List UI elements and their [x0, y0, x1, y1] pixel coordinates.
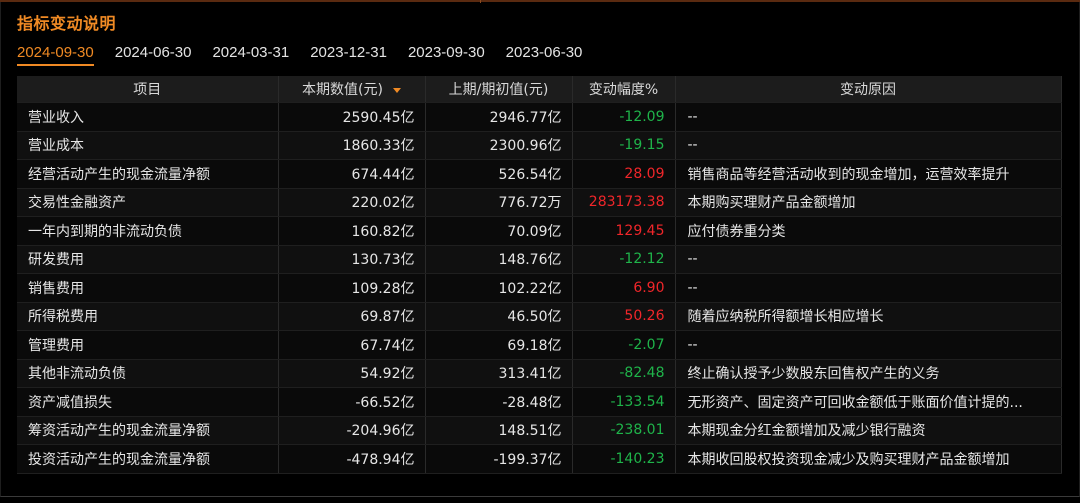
row-change-percent: -2.07: [572, 330, 676, 360]
row-previous-value: 70.09亿: [425, 216, 573, 246]
table-row[interactable]: 销售费用 109.28亿 102.22亿 6.90 --: [17, 273, 1062, 303]
table-header-row: 项目 本期数值(元) 上期/期初值(元) 变动幅度% 变动原因: [17, 76, 1062, 103]
row-previous-value: 102.22亿: [425, 273, 573, 303]
row-change-reason: 终止确认授予少数股东回售权产生的义务: [675, 359, 1062, 388]
row-item-name: 经营活动产生的现金流量净额: [17, 159, 279, 189]
table-row[interactable]: 营业收入 2590.45亿 2946.77亿 -12.09 --: [17, 102, 1062, 132]
row-current-value: 674.44亿: [278, 159, 426, 189]
row-change-reason: --: [675, 273, 1062, 303]
row-change-percent: -140.23: [572, 444, 676, 474]
tab-period[interactable]: 2024-09-30: [17, 44, 94, 66]
table-row[interactable]: 筹资活动产生的现金流量净额 -204.96亿 148.51亿 -238.01 本期现金分…: [17, 416, 1062, 445]
row-item-name: 其他非流动负债: [17, 359, 279, 388]
table-row[interactable]: 交易性金融资产 220.02亿 776.72万 283173.38 本期购买理财产品金额…: [17, 188, 1062, 217]
tab-period[interactable]: 2023-06-30: [506, 44, 583, 66]
row-change-percent: 28.09: [572, 159, 676, 189]
row-previous-value: -28.48亿: [425, 387, 573, 417]
row-change-reason: 销售商品等经营活动收到的现金增加，运营效率提升: [675, 159, 1062, 189]
row-previous-value: 776.72万: [425, 188, 573, 217]
row-previous-value: -199.37亿: [425, 444, 573, 474]
tab-period[interactable]: 2023-12-31: [310, 44, 387, 66]
table-row[interactable]: 一年内到期的非流动负债 160.82亿 70.09亿 129.45 应付债券重分类: [17, 216, 1062, 246]
row-previous-value: 148.51亿: [425, 416, 573, 445]
row-previous-value: 46.50亿: [425, 302, 573, 331]
row-change-percent: 129.45: [572, 216, 676, 246]
row-change-reason: 随着应纳税所得额增长相应增长: [675, 302, 1062, 331]
row-change-percent: -238.01: [572, 416, 676, 445]
row-item-name: 营业成本: [17, 131, 279, 160]
row-current-value: 109.28亿: [278, 273, 426, 303]
row-previous-value: 69.18亿: [425, 330, 573, 360]
row-change-percent: -19.15: [572, 131, 676, 160]
row-change-percent: 50.26: [572, 302, 676, 331]
row-previous-value: 2300.96亿: [425, 131, 573, 160]
row-current-value: 220.02亿: [278, 188, 426, 217]
row-change-reason: 本期现金分红金额增加及减少银行融资: [675, 416, 1062, 445]
row-current-value: 160.82亿: [278, 216, 426, 246]
row-current-value: 69.87亿: [278, 302, 426, 331]
row-previous-value: 2946.77亿: [425, 102, 573, 132]
row-item-name: 资产减值损失: [17, 387, 279, 417]
row-item-name: 销售费用: [17, 273, 279, 303]
column-header-change[interactable]: 变动幅度%: [572, 76, 676, 103]
row-current-value: 130.73亿: [278, 245, 426, 274]
table-row[interactable]: 管理费用 67.74亿 69.18亿 -2.07 --: [17, 330, 1062, 360]
row-item-name: 所得税费用: [17, 302, 279, 331]
row-change-reason: 应付债券重分类: [675, 216, 1062, 246]
table-row[interactable]: 投资活动产生的现金流量净额 -478.94亿 -199.37亿 -140.23 本期收回…: [17, 444, 1062, 474]
column-header-item[interactable]: 项目: [17, 76, 279, 103]
table-row[interactable]: 所得税费用 69.87亿 46.50亿 50.26 随着应纳税所得额增长相应增长: [17, 302, 1062, 331]
row-previous-value: 148.76亿: [425, 245, 573, 274]
row-change-reason: 无形资产、固定资产可回收金额低于账面价值计提的...: [675, 387, 1062, 417]
row-change-reason: --: [675, 245, 1062, 274]
table-row[interactable]: 资产减值损失 -66.52亿 -28.48亿 -133.54 无形资产、固定资产可回收金…: [17, 387, 1062, 417]
panel-title: 指标变动说明: [17, 14, 117, 33]
row-current-value: 54.92亿: [278, 359, 426, 388]
row-previous-value: 526.54亿: [425, 159, 573, 189]
row-item-name: 一年内到期的非流动负债: [17, 216, 279, 246]
table-row[interactable]: 研发费用 130.73亿 148.76亿 -12.12 --: [17, 245, 1062, 274]
row-current-value: -204.96亿: [278, 416, 426, 445]
row-item-name: 筹资活动产生的现金流量净额: [17, 416, 279, 445]
row-current-value: 2590.45亿: [278, 102, 426, 132]
column-header-current[interactable]: 本期数值(元): [278, 76, 426, 103]
row-current-value: -478.94亿: [278, 444, 426, 474]
column-header-previous[interactable]: 上期/期初值(元): [425, 76, 573, 103]
row-item-name: 管理费用: [17, 330, 279, 360]
row-change-percent: 283173.38: [572, 188, 676, 217]
row-change-percent: 6.90: [572, 273, 676, 303]
row-change-percent: -12.09: [572, 102, 676, 132]
row-change-reason: 本期购买理财产品金额增加: [675, 188, 1062, 217]
table-body: 营业收入 2590.45亿 2946.77亿 -12.09 -- 营业成本 1860.33亿…: [17, 102, 1062, 474]
row-current-value: 1860.33亿: [278, 131, 426, 160]
tab-period[interactable]: 2024-03-31: [212, 44, 289, 66]
row-change-percent: -12.12: [572, 245, 676, 274]
table-row[interactable]: 经营活动产生的现金流量净额 674.44亿 526.54亿 28.09 销售商品等经营活…: [17, 159, 1062, 189]
table-row[interactable]: 其他非流动负债 54.92亿 313.41亿 -82.48 终止确认授予少数股东回售权产…: [17, 359, 1062, 388]
tab-period[interactable]: 2024-06-30: [115, 44, 192, 66]
row-previous-value: 313.41亿: [425, 359, 573, 388]
indicator-change-table: 项目 本期数值(元) 上期/期初值(元) 变动幅度% 变动原因 营业收入 2590…: [17, 76, 1062, 474]
column-header-reason[interactable]: 变动原因: [675, 76, 1062, 103]
tab-period[interactable]: 2023-09-30: [408, 44, 485, 66]
row-item-name: 研发费用: [17, 245, 279, 274]
row-change-reason: --: [675, 131, 1062, 160]
row-current-value: -66.52亿: [278, 387, 426, 417]
row-change-percent: -133.54: [572, 387, 676, 417]
row-item-name: 营业收入: [17, 102, 279, 132]
table-row[interactable]: 营业成本 1860.33亿 2300.96亿 -19.15 --: [17, 131, 1062, 160]
period-tabs: 2024-09-30 2024-06-30 2024-03-31 2023-12…: [17, 44, 603, 66]
row-change-reason: --: [675, 102, 1062, 132]
row-change-reason: --: [675, 330, 1062, 360]
sort-desc-icon[interactable]: [392, 87, 401, 93]
row-current-value: 67.74亿: [278, 330, 426, 360]
row-item-name: 交易性金融资产: [17, 188, 279, 217]
row-change-percent: -82.48: [572, 359, 676, 388]
row-change-reason: 本期收回股权投资现金减少及购买理财产品金额增加: [675, 444, 1062, 474]
row-item-name: 投资活动产生的现金流量净额: [17, 444, 279, 474]
